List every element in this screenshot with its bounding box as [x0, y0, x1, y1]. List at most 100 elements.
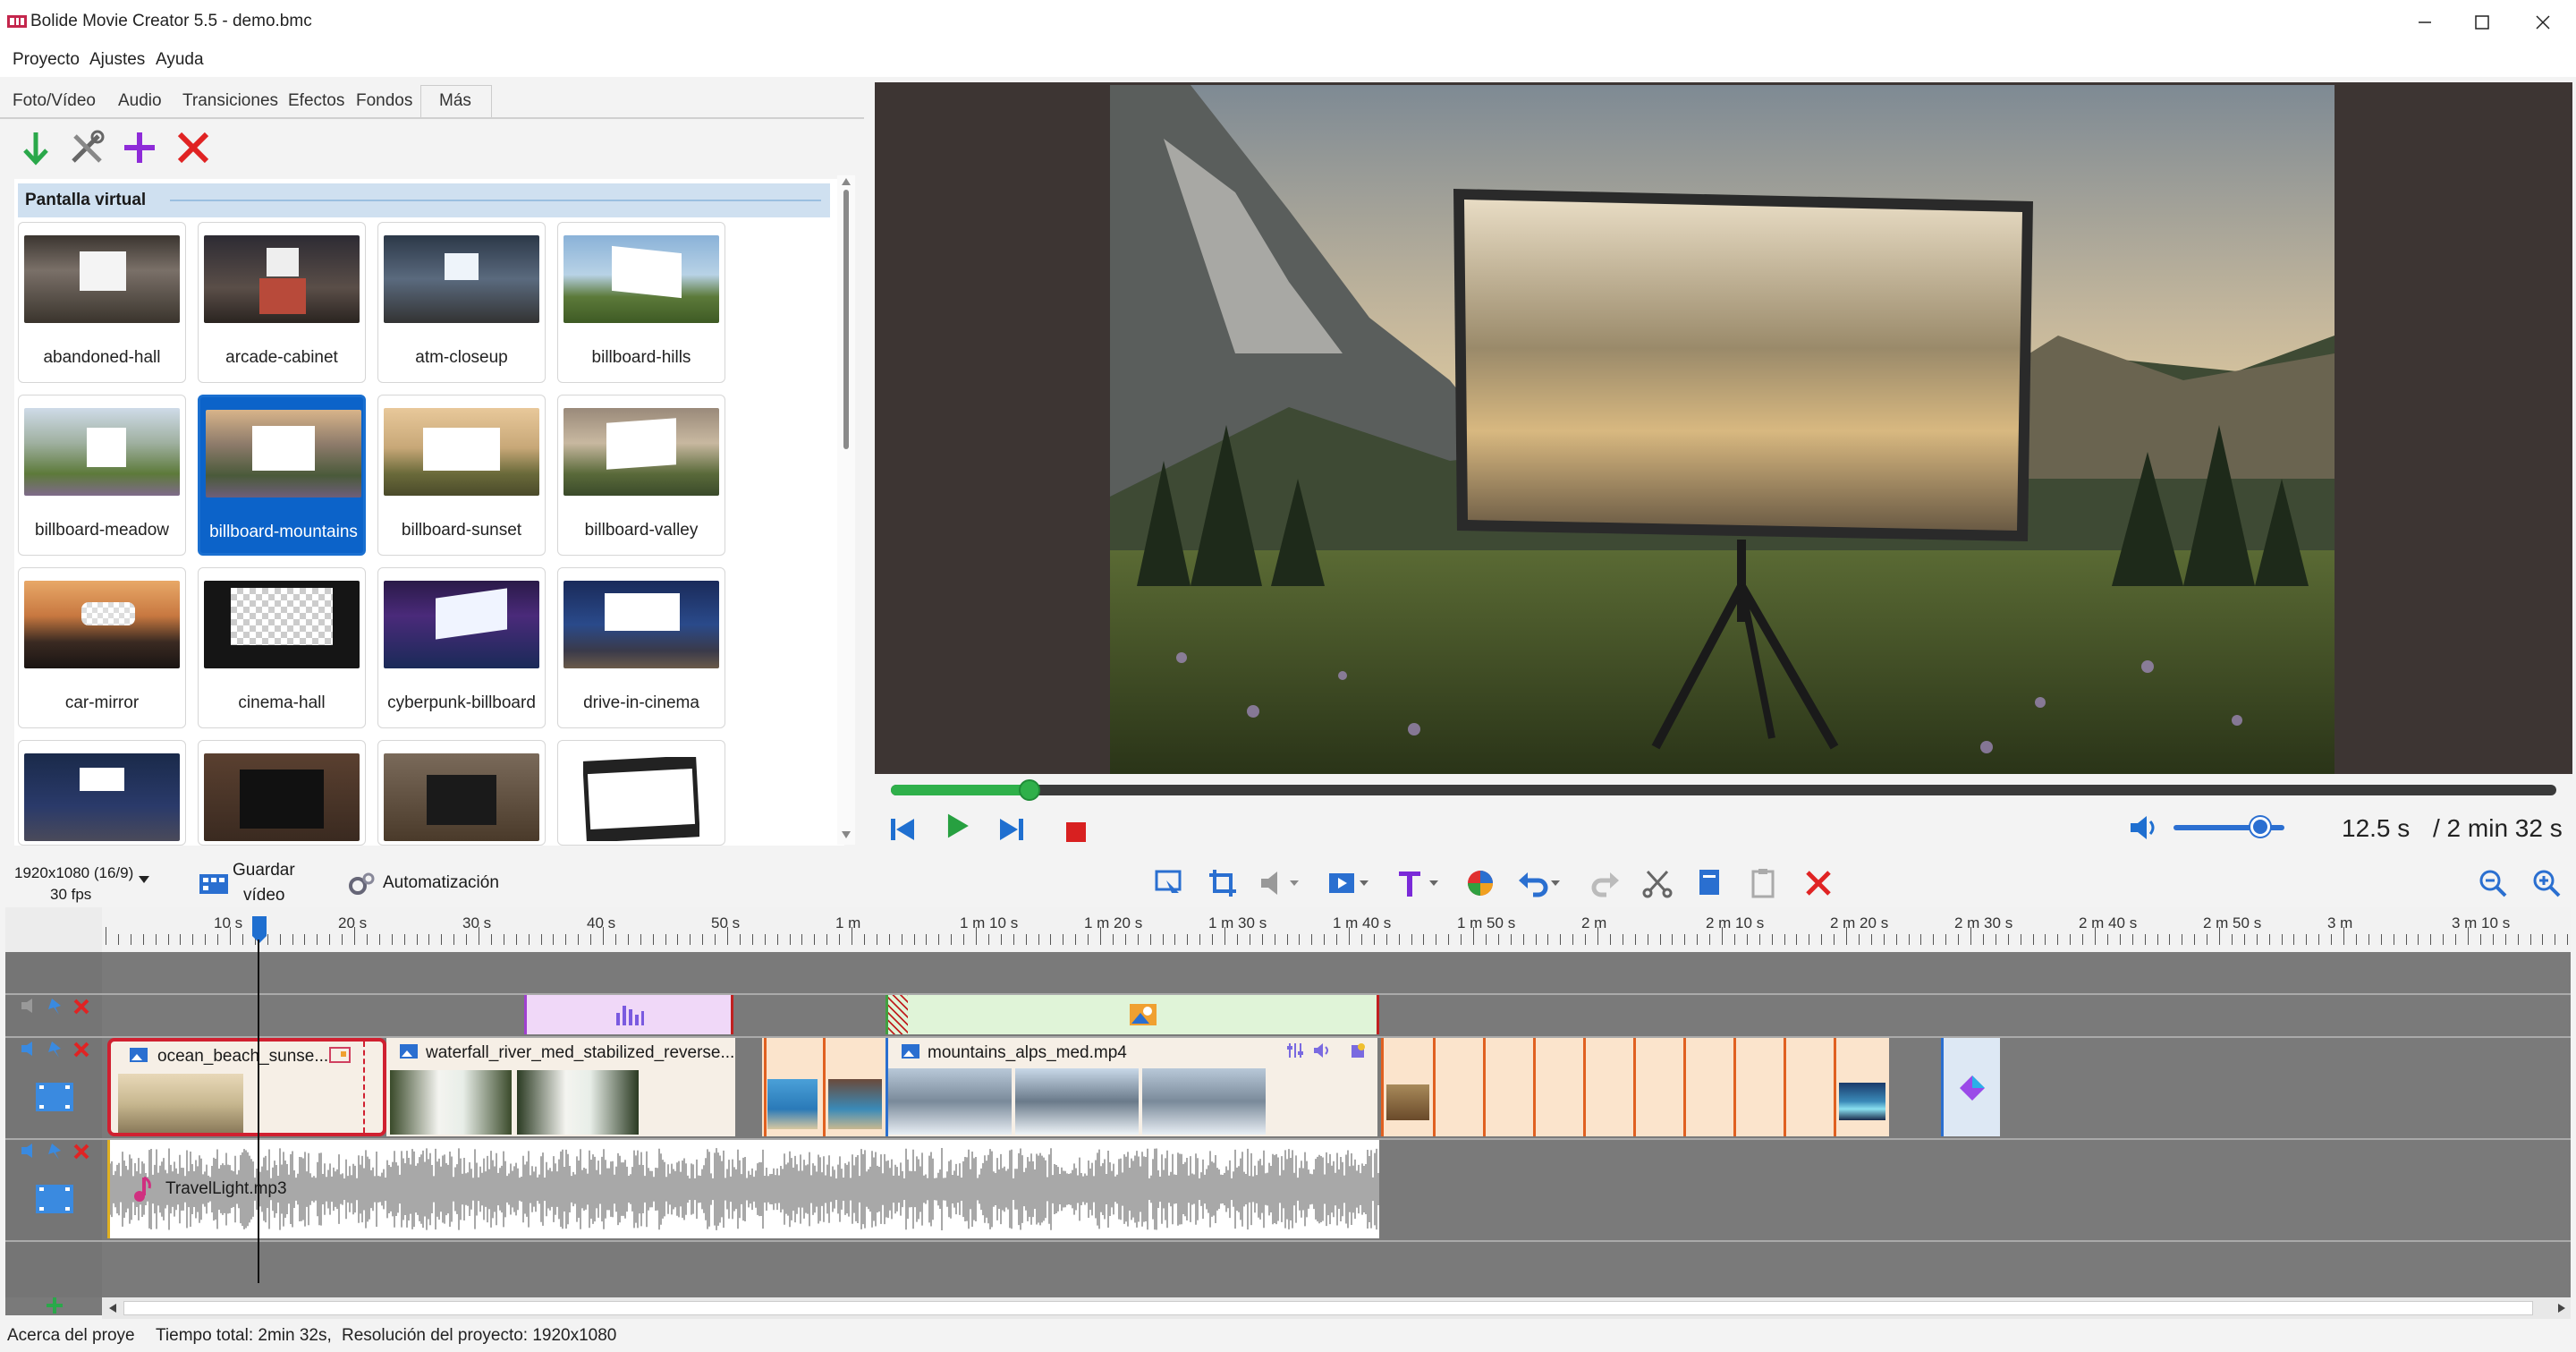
resolution-dropdown-icon[interactable] — [138, 875, 150, 884]
volume-slider-handle[interactable] — [2250, 817, 2270, 837]
crop-icon[interactable] — [1208, 868, 1238, 898]
maximize-button[interactable] — [2449, 0, 2515, 45]
tab-efectos[interactable]: Efectos — [288, 91, 344, 111]
video-clip-ocean-beach[interactable]: ocean_beach_sunse... — [107, 1038, 386, 1136]
ruler-tick — [751, 934, 753, 945]
zoom-out-icon[interactable] — [2478, 868, 2508, 898]
video-clip-short-sequence[interactable] — [1381, 1038, 1889, 1136]
transition-marker — [888, 995, 908, 1034]
pan-zoom-icon[interactable] — [1154, 868, 1184, 898]
tab-foto-video[interactable]: Foto/Vídeo — [13, 91, 96, 111]
ruler-tick — [1659, 934, 1661, 945]
undo-icon[interactable] — [1517, 868, 1562, 898]
ruler-label: 2 m — [1581, 914, 1607, 931]
preview-scene-svg — [1110, 85, 2334, 774]
timeline-scrollbar-thumb[interactable] — [123, 1301, 2533, 1315]
playhead-handle[interactable] — [250, 914, 268, 945]
video-clip-short-group[interactable] — [762, 1038, 886, 1136]
zoom-in-icon[interactable] — [2531, 868, 2562, 898]
add-track-icon[interactable] — [45, 1296, 64, 1315]
tools-icon[interactable] — [68, 129, 106, 166]
delete-icon[interactable] — [175, 129, 211, 166]
thumb-billboard-sunset[interactable]: billboard-sunset — [377, 395, 546, 556]
fps-label[interactable]: 30 fps — [50, 886, 91, 904]
library-scrollbar-thumb[interactable] — [843, 190, 849, 449]
thumb-billboard-meadow[interactable]: billboard-meadow — [18, 395, 186, 556]
thumb-row4-3[interactable] — [377, 740, 546, 846]
tab-fondos[interactable]: Fondos — [356, 91, 412, 111]
ruler-tick — [2368, 934, 2369, 945]
ruler-tick — [702, 934, 704, 945]
tab-transiciones[interactable]: Transiciones — [182, 91, 278, 111]
thumb-billboard-mountains[interactable]: billboard-mountains — [198, 395, 366, 556]
thumb-abandoned-hall[interactable]: abandoned-hall — [18, 222, 186, 383]
minimize-button[interactable] — [2392, 0, 2458, 45]
scroll-right-icon[interactable] — [2556, 1303, 2567, 1314]
effects-track-controls[interactable] — [20, 997, 97, 1016]
effect-clip-image-overlay[interactable] — [886, 995, 1379, 1034]
add-icon[interactable] — [122, 129, 157, 166]
next-frame-icon[interactable] — [996, 816, 1025, 843]
close-button[interactable] — [2510, 0, 2576, 45]
delete-clip-icon[interactable] — [1803, 868, 1834, 898]
thumb-billboard-hills[interactable]: billboard-hills — [557, 222, 725, 383]
mute-icon[interactable] — [1259, 870, 1299, 897]
ruler-tick — [590, 934, 592, 945]
download-icon[interactable] — [20, 129, 52, 166]
video-clip-waterfall[interactable]: waterfall_river_med_stabilized_reverse..… — [386, 1038, 735, 1136]
library-scrollbar[interactable] — [837, 175, 855, 845]
save-video-label-2[interactable]: vídeo — [243, 886, 284, 906]
ruler-tick — [715, 934, 716, 945]
thumb-arcade-cabinet[interactable]: arcade-cabinet — [198, 222, 366, 383]
stop-icon[interactable] — [1064, 819, 1088, 846]
scroll-left-icon[interactable] — [107, 1303, 118, 1314]
menu-ayuda[interactable]: Ayuda — [156, 50, 204, 70]
text-icon[interactable] — [1395, 868, 1440, 898]
ruler-tick — [2567, 934, 2569, 945]
tab-mas[interactable]: Más — [439, 91, 471, 111]
thumb-row4-1[interactable] — [18, 740, 186, 846]
menu-proyecto[interactable]: Proyecto — [13, 50, 80, 70]
video-clip-transition-end[interactable] — [1941, 1038, 2000, 1136]
previous-frame-icon[interactable] — [889, 816, 918, 843]
timeline-scrollbar[interactable] — [102, 1297, 2571, 1319]
video-clip-mountains-alps[interactable]: mountains_alps_med.mp4 — [886, 1038, 1377, 1136]
color-icon[interactable] — [1465, 868, 1496, 898]
thumb-cinema-hall[interactable]: cinema-hall — [198, 567, 366, 728]
thumb-car-mirror[interactable]: car-mirror — [18, 567, 186, 728]
cut-icon[interactable] — [1642, 868, 1673, 898]
seek-bar-handle[interactable] — [1018, 779, 1040, 801]
redo-icon[interactable] — [1590, 868, 1621, 898]
scroll-up-icon[interactable] — [841, 177, 852, 186]
menu-bar: Proyecto Ajustes Ayuda — [0, 45, 2576, 77]
copy-icon[interactable] — [1696, 868, 1723, 898]
audio-clip-travellight[interactable]: TravelLight.mp3 — [107, 1140, 1379, 1238]
thumb-cyberpunk-billboard[interactable]: cyberpunk-billboard — [377, 567, 546, 728]
paste-icon[interactable] — [1750, 868, 1776, 898]
thumb-atm-closeup[interactable]: atm-closeup — [377, 222, 546, 383]
thumb-image — [384, 753, 539, 841]
ruler-tick — [205, 934, 207, 945]
clip-thumbnail — [1839, 1083, 1885, 1120]
effect-clip-audio-visualizer[interactable] — [524, 995, 733, 1034]
ruler-tick — [1199, 934, 1201, 945]
resolution-label[interactable]: 1920x1080 (16/9) — [14, 864, 133, 882]
media-options-icon[interactable] — [1327, 868, 1370, 898]
thumb-billboard-valley[interactable]: billboard-valley — [557, 395, 725, 556]
menu-ajustes[interactable]: Ajustes — [89, 50, 145, 70]
automation-label[interactable]: Automatización — [383, 873, 499, 893]
thumb-row4-2[interactable] — [198, 740, 366, 846]
audio-track-controls[interactable] — [20, 1142, 97, 1161]
thumb-drive-in-cinema[interactable]: drive-in-cinema — [557, 567, 725, 728]
save-video-icon[interactable] — [199, 872, 229, 897]
tab-audio[interactable]: Audio — [118, 91, 162, 111]
play-icon[interactable] — [943, 812, 973, 839]
thumb-row4-4[interactable] — [557, 740, 725, 846]
ruler-label: 2 m 30 s — [1954, 914, 2013, 931]
volume-icon[interactable] — [2129, 814, 2159, 841]
seek-bar[interactable] — [891, 785, 2556, 795]
video-track-controls[interactable] — [20, 1040, 97, 1059]
automation-icon[interactable] — [347, 872, 376, 897]
save-video-label-1[interactable]: Guardar — [233, 861, 295, 880]
scroll-down-icon[interactable] — [841, 830, 852, 839]
